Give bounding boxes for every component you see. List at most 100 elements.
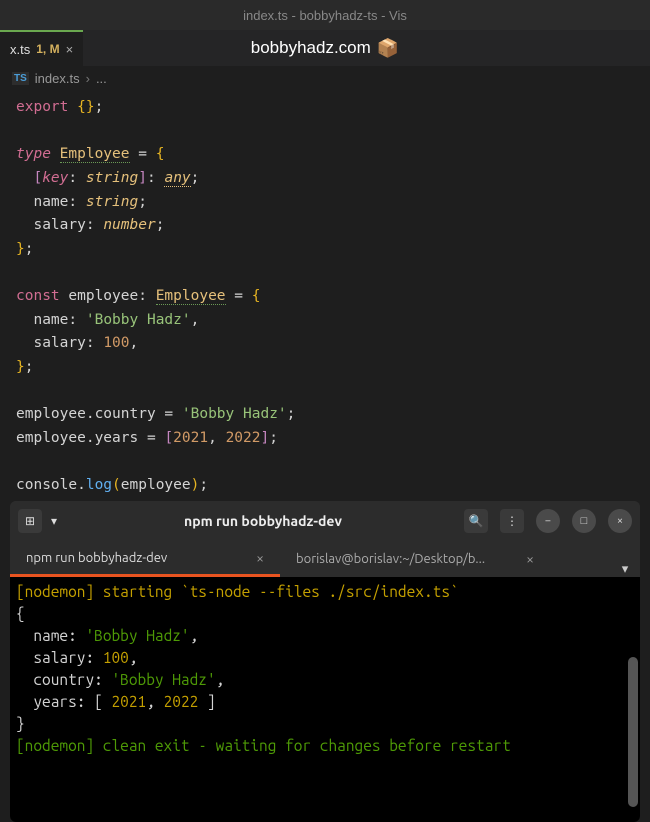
out-c1: , <box>190 627 199 644</box>
eq3: = <box>164 406 173 422</box>
close-icon: × <box>617 515 623 527</box>
lparen: ( <box>112 477 121 493</box>
dropdown-icon: ▾ <box>51 514 57 528</box>
menu-button[interactable]: ⋮ <box>500 509 524 533</box>
out-country-key: country: <box>16 671 111 688</box>
eq2: = <box>234 288 243 304</box>
breadcrumb-more[interactable]: ... <box>96 71 107 86</box>
terminal-tab-inactive[interactable]: borislav@borislav:~/Desktop/b... × <box>280 541 550 577</box>
arg-employee: employee <box>121 477 191 493</box>
var-employee: employee <box>68 288 138 304</box>
num-2021: 2021 <box>173 430 208 446</box>
semi7: ; <box>287 406 296 422</box>
colon3: : <box>68 194 77 210</box>
nodemon-exit: [nodemon] clean exit - waiting for chang… <box>16 737 511 754</box>
out-lbrace: { <box>16 605 25 622</box>
close-button[interactable]: × <box>608 509 632 533</box>
type-ref: Employee <box>156 288 226 305</box>
terminal-tab-active[interactable]: npm run bobbyhadz-dev × <box>10 541 280 577</box>
braces: {} <box>77 99 94 115</box>
comma3: , <box>208 430 217 446</box>
terminal-tab-label: borislav@borislav:~/Desktop/b... <box>296 552 485 566</box>
eq: = <box>138 146 147 162</box>
type-string: string <box>86 170 138 186</box>
maximize-button[interactable]: □ <box>572 509 596 533</box>
semi2: ; <box>191 170 200 186</box>
tab-filename: x.ts <box>10 42 30 57</box>
type-any: any <box>164 170 190 187</box>
terminal-tab-close-icon[interactable]: × <box>256 550 264 566</box>
ref-employee: employee <box>16 406 86 422</box>
num-100: 100 <box>103 335 129 351</box>
terminal-tab-close-icon[interactable]: × <box>526 551 534 567</box>
lbrace: { <box>156 146 165 162</box>
file-tab-active[interactable]: x.ts 1, M × <box>0 30 83 66</box>
out-y2: 2022 <box>164 693 199 710</box>
dot2: . <box>86 430 95 446</box>
obj-name: name <box>33 312 68 328</box>
tab-overflow-button[interactable]: ▾ <box>610 562 640 577</box>
lbrace2: { <box>252 288 261 304</box>
out-c3: , <box>216 671 225 688</box>
index-key: key <box>42 170 68 186</box>
ref-employee2: employee <box>16 430 86 446</box>
terminal-output[interactable]: [nodemon] starting `ts-node --files ./sr… <box>10 577 640 822</box>
out-name-key: name: <box>16 627 85 644</box>
out-salary-val: 100 <box>103 649 129 666</box>
prop-years: years <box>95 430 139 446</box>
breadcrumb-file[interactable]: index.ts <box>35 71 80 86</box>
chevron-right-icon: › <box>86 71 90 86</box>
breadcrumb[interactable]: TS index.ts › ... <box>0 66 650 90</box>
colon6: : <box>68 312 77 328</box>
colon2: : <box>147 170 156 186</box>
semi3: ; <box>138 194 147 210</box>
kw-export: export <box>16 99 68 115</box>
str1: 'Bobby Hadz' <box>86 312 191 328</box>
cube-icon: 📦 <box>377 38 399 59</box>
colon7: : <box>86 335 95 351</box>
rbrace2: } <box>16 359 25 375</box>
semi9: ; <box>199 477 208 493</box>
console: console <box>16 477 77 493</box>
prop-salary: salary <box>33 217 85 233</box>
code-editor[interactable]: export {}; type Employee = { [key: strin… <box>0 90 650 506</box>
obj-salary: salary <box>33 335 85 351</box>
tab-dropdown-button[interactable]: ▾ <box>46 509 62 533</box>
tab-modified-badge: 1, M <box>36 42 59 56</box>
editor-tab-row: x.ts 1, M × bobbyhadz.com 📦 <box>0 30 650 66</box>
rbracket2: ] <box>260 430 269 446</box>
kw-const: const <box>16 288 60 304</box>
out-name-val: 'Bobby Hadz' <box>85 627 189 644</box>
new-tab-button[interactable]: ⊞ <box>18 509 42 533</box>
type-number: number <box>103 217 155 233</box>
semi: ; <box>95 99 104 115</box>
watermark-text: bobbyhadz.com <box>251 38 371 58</box>
num-2022: 2022 <box>226 430 261 446</box>
window-title: index.ts - bobbyhadz-ts - Vis <box>243 8 407 23</box>
colon5: : <box>138 288 147 304</box>
terminal-tab-label: npm run bobbyhadz-dev <box>26 551 167 565</box>
new-tab-icon: ⊞ <box>25 514 35 528</box>
dot3: . <box>77 477 86 493</box>
lbracket: [ <box>33 170 42 186</box>
minimize-button[interactable]: − <box>536 509 560 533</box>
rbrace: } <box>16 241 25 257</box>
terminal-titlebar[interactable]: ⊞ ▾ npm run bobbyhadz-dev 🔍 ⋮ − □ × <box>10 501 640 541</box>
menu-icon: ⋮ <box>506 514 518 528</box>
watermark: bobbyhadz.com 📦 <box>251 38 399 59</box>
colon4: : <box>86 217 95 233</box>
terminal-window: ⊞ ▾ npm run bobbyhadz-dev 🔍 ⋮ − □ × npm … <box>10 501 640 822</box>
eq4: = <box>147 430 156 446</box>
out-salary-key: salary: <box>16 649 103 666</box>
colon: : <box>68 170 77 186</box>
lbracket2: [ <box>164 430 173 446</box>
tab-close-icon[interactable]: × <box>66 42 74 57</box>
terminal-scrollbar[interactable] <box>628 657 638 807</box>
type-name: Employee <box>60 146 130 163</box>
out-c2: , <box>129 649 138 666</box>
maximize-icon: □ <box>581 515 588 527</box>
search-button[interactable]: 🔍 <box>464 509 488 533</box>
out-rb: ] <box>198 693 215 710</box>
prop-name: name <box>33 194 68 210</box>
minimize-icon: − <box>545 515 551 527</box>
